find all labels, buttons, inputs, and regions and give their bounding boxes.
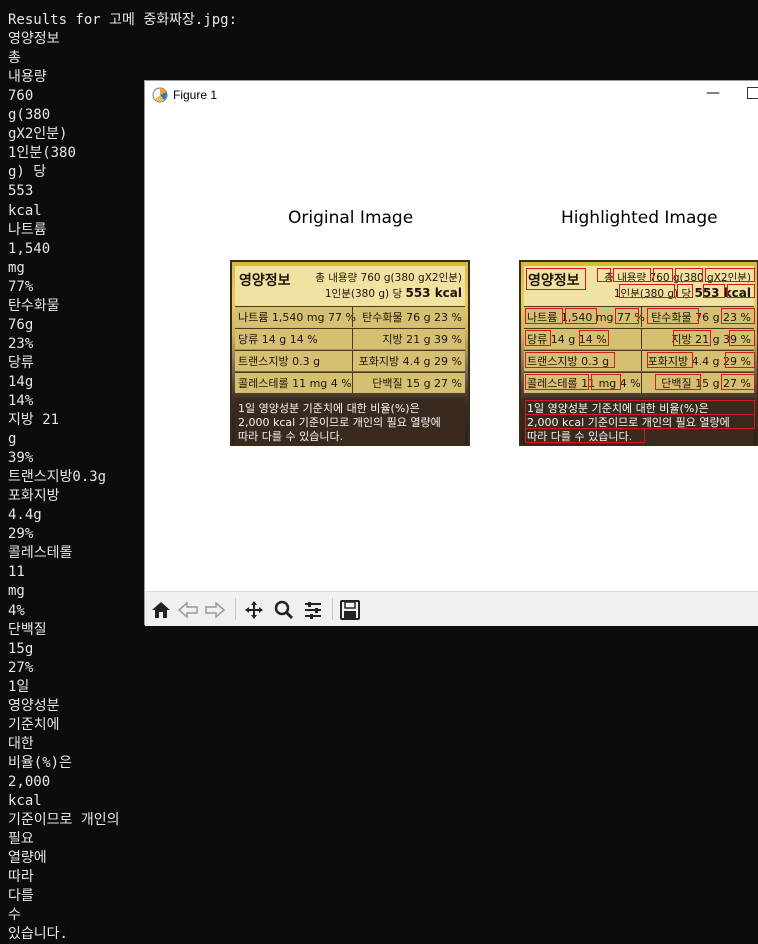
terminal-line: 15g — [8, 640, 34, 657]
toolbar-separator — [235, 598, 236, 620]
terminal-line: 필요 — [8, 831, 34, 848]
label-heading: 영양정보 — [239, 273, 291, 289]
maximize-icon[interactable] — [747, 87, 758, 99]
ocr-box — [597, 268, 611, 282]
terminal-line: 수 — [8, 907, 21, 924]
ocr-box — [525, 400, 755, 415]
label-row: 당류 14 g 14 % 지방 21 g 39 % — [524, 328, 754, 349]
matplotlib-icon — [152, 87, 168, 103]
ocr-box — [673, 330, 711, 346]
ocr-box — [526, 268, 586, 290]
terminal-line: 2,000 — [8, 773, 51, 790]
ocr-box — [677, 284, 693, 298]
terminal-line: 27% — [8, 659, 34, 676]
label-row: 콜레스테롤 11 mg 4 % 단백질 15 g 27 % — [235, 372, 465, 393]
window-title: Figure 1 — [173, 88, 218, 102]
toolbar-separator — [332, 598, 333, 620]
ocr-box — [591, 374, 621, 390]
save-icon[interactable] — [339, 600, 361, 620]
terminal-line: 1일 — [8, 678, 30, 695]
figure-canvas[interactable]: Original Image Highlighted Image 영양정보 총 … — [145, 109, 758, 591]
highlighted-image-title: Highlighted Image — [561, 208, 718, 228]
terminal-line: 대한 — [8, 735, 34, 752]
pan-icon[interactable] — [243, 600, 265, 620]
terminal-line: 기준이므로 개인의 — [8, 812, 120, 829]
ocr-box — [655, 374, 701, 390]
ocr-box — [613, 268, 651, 282]
minimize-icon[interactable]: — — [705, 85, 721, 103]
terminal-line: 영양정보 — [8, 31, 60, 48]
ocr-box — [525, 308, 563, 324]
window-titlebar[interactable]: Figure 1 — — [145, 81, 758, 109]
label-row: 트랜스지방 0.3 g 포화지방 4.4 g 29 % — [235, 350, 465, 371]
terminal-line: 총 — [8, 50, 21, 67]
ocr-box — [647, 308, 699, 324]
forward-icon[interactable] — [204, 600, 226, 620]
ocr-box — [727, 284, 755, 298]
terminal-line: kcal — [8, 792, 42, 809]
terminal-line: 기준치에 — [8, 716, 60, 733]
ocr-box — [525, 374, 589, 390]
ocr-box — [653, 268, 673, 282]
terminal-line: 열량에 — [8, 850, 47, 867]
home-icon[interactable] — [150, 600, 172, 620]
ocr-box — [721, 374, 755, 390]
ocr-box — [705, 268, 755, 282]
terminal-line: Results for 고메 중화짜장.jpg: — [8, 12, 237, 29]
ocr-box — [619, 284, 675, 298]
ocr-box — [525, 352, 615, 368]
label-row: 당류 14 g 14 % 지방 21 g 39 % — [235, 328, 465, 349]
matplotlib-toolbar — [145, 591, 758, 626]
zoom-icon[interactable] — [273, 600, 295, 620]
ocr-box — [721, 308, 755, 324]
label-serving: 1인분(380 g) 당 553 kcal — [324, 286, 462, 300]
ocr-box — [615, 308, 639, 324]
configure-subplots-icon[interactable] — [302, 600, 324, 620]
back-icon[interactable] — [177, 600, 199, 620]
label-total: 총 내용량 760 g(380 gX2인분) — [315, 272, 462, 284]
label-row: 나트륨 1,540 mg 77 % 탄수화물 76 g 23 % — [235, 306, 465, 327]
ocr-box — [525, 428, 645, 443]
ocr-box — [579, 330, 609, 346]
ocr-box — [675, 268, 703, 282]
figure-window[interactable]: Figure 1 — Original Image Highlighted Im… — [144, 80, 758, 626]
ocr-box — [525, 414, 755, 429]
ocr-box — [647, 352, 693, 368]
label-footnote: 1일 영양성분 기준치에 대한 비율(%)은 2,000 kcal 기준이므로 … — [235, 398, 465, 444]
label-header: 영양정보 총 내용량 760 g(380 gX2인분) 1인분(380 g) 당… — [235, 266, 465, 306]
terminal-line: 따라 — [8, 869, 34, 886]
highlighted-nutrition-image: 영양정보 총 내용량 760 g(380 gX2인분) 1인분(380 g) 당… — [519, 260, 758, 446]
terminal-line: 있습니다. — [8, 926, 68, 943]
ocr-box — [703, 284, 725, 298]
ocr-box — [725, 352, 755, 368]
terminal-line: 다를 — [8, 888, 34, 905]
original-nutrition-image: 영양정보 총 내용량 760 g(380 gX2인분) 1인분(380 g) 당… — [230, 260, 470, 446]
ocr-box — [729, 330, 755, 346]
original-image-title: Original Image — [288, 208, 414, 228]
ocr-box — [525, 330, 551, 346]
ocr-box — [565, 308, 597, 324]
terminal-line: 비율(%)은 — [8, 754, 72, 771]
terminal-line: 영양성분 — [8, 697, 60, 714]
